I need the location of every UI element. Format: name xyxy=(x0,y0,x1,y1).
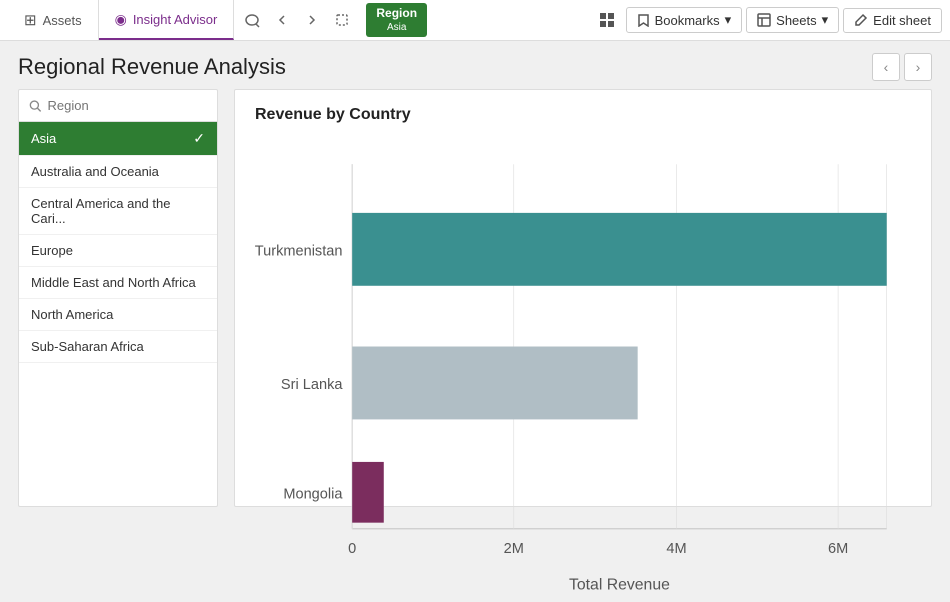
sidebar-items-list: Asia ✓ Australia and Oceania Central Americ… xyxy=(19,122,217,363)
insight-advisor-label: Insight Advisor xyxy=(133,12,218,27)
x-tick-6m: 6M xyxy=(828,541,848,557)
sidebar-item-label-4: Middle East and North Africa xyxy=(31,275,196,290)
sidebar-item-6[interactable]: Sub-Saharan Africa xyxy=(19,331,217,363)
sidebar-item-label-1: Australia and Oceania xyxy=(31,164,159,179)
page-header: Regional Revenue Analysis ‹ › xyxy=(0,41,950,89)
sidebar-item-2[interactable]: Central America and the Cari... xyxy=(19,188,217,235)
sidebar-item-label-3: Europe xyxy=(31,243,73,258)
region-sidebar: Asia ✓ Australia and Oceania Central Americ… xyxy=(18,89,218,507)
assets-label: Assets xyxy=(43,13,82,28)
region-search-input[interactable] xyxy=(48,98,207,113)
sidebar-item-label-5: North America xyxy=(31,307,113,322)
insight-icon: ◉ xyxy=(115,11,127,28)
lasso-tool-button[interactable] xyxy=(238,6,266,34)
top-nav: ⊞ Assets ◉ Insight Advisor xyxy=(0,0,950,41)
next-page-button[interactable]: › xyxy=(904,53,932,81)
sidebar-item-label-6: Sub-Saharan Africa xyxy=(31,339,144,354)
region-pill-title: Region xyxy=(376,5,417,22)
x-tick-4m: 4M xyxy=(666,541,686,557)
sidebar-item-4[interactable]: Middle East and North Africa xyxy=(19,267,217,299)
chart-body: Turkmenistan Sri Lanka Mongolia 0 2M 4M … xyxy=(255,140,911,602)
bar-turkmenistan[interactable] xyxy=(352,213,887,286)
region-filter-pill[interactable]: Region Asia xyxy=(366,3,427,38)
sidebar-search-box[interactable] xyxy=(19,90,217,122)
edit-sheet-button[interactable]: Edit sheet xyxy=(843,8,942,33)
prev-page-button[interactable]: ‹ xyxy=(872,53,900,81)
select-button[interactable] xyxy=(328,6,356,34)
y-label-turkmenistan: Turkmenistan xyxy=(255,243,342,259)
x-tick-0: 0 xyxy=(348,541,356,557)
grid-icon: ⊞ xyxy=(24,11,37,29)
y-label-mongolia: Mongolia xyxy=(283,486,343,502)
bookmarks-chevron: ▾ xyxy=(725,12,732,28)
sidebar-item-1[interactable]: Australia and Oceania xyxy=(19,156,217,188)
search-icon xyxy=(29,99,42,113)
check-icon-0: ✓ xyxy=(193,130,205,147)
assets-tab[interactable]: ⊞ Assets xyxy=(8,0,99,40)
back-button[interactable] xyxy=(268,6,296,34)
bar-mongolia[interactable] xyxy=(352,462,384,523)
edit-sheet-label: Edit sheet xyxy=(873,13,931,28)
page-nav-arrows: ‹ › xyxy=(872,53,932,81)
nav-right-controls: Bookmarks ▾ Sheets ▾ Edit sheet xyxy=(592,5,942,35)
sheets-chevron: ▾ xyxy=(822,12,829,28)
chart-container: Revenue by Country xyxy=(234,89,932,507)
sidebar-item-0[interactable]: Asia ✓ xyxy=(19,122,217,156)
bookmarks-button[interactable]: Bookmarks ▾ xyxy=(626,7,743,33)
grid-view-button[interactable] xyxy=(592,5,622,35)
sheets-label: Sheets xyxy=(776,13,816,28)
page-title: Regional Revenue Analysis xyxy=(18,54,286,80)
y-label-srilanka: Sri Lanka xyxy=(281,377,343,393)
bookmarks-label: Bookmarks xyxy=(655,13,720,28)
bar-srilanka[interactable] xyxy=(352,347,637,420)
main-content: Asia ✓ Australia and Oceania Central Americ… xyxy=(0,89,950,525)
toolbar-icons xyxy=(238,6,356,34)
x-tick-2m: 2M xyxy=(504,541,524,557)
x-axis-label: Total Revenue xyxy=(569,576,670,593)
region-pill-sub: Asia xyxy=(387,21,406,35)
sidebar-item-label-2: Central America and the Cari... xyxy=(31,196,205,226)
sidebar-item-label-0: Asia xyxy=(31,131,56,146)
bar-chart-svg: Turkmenistan Sri Lanka Mongolia 0 2M 4M … xyxy=(255,140,911,602)
forward-button[interactable] xyxy=(298,6,326,34)
sidebar-item-3[interactable]: Europe xyxy=(19,235,217,267)
sidebar-item-5[interactable]: North America xyxy=(19,299,217,331)
insight-advisor-tab[interactable]: ◉ Insight Advisor xyxy=(99,0,235,40)
sheets-button[interactable]: Sheets ▾ xyxy=(746,7,839,33)
chart-title: Revenue by Country xyxy=(255,106,911,124)
